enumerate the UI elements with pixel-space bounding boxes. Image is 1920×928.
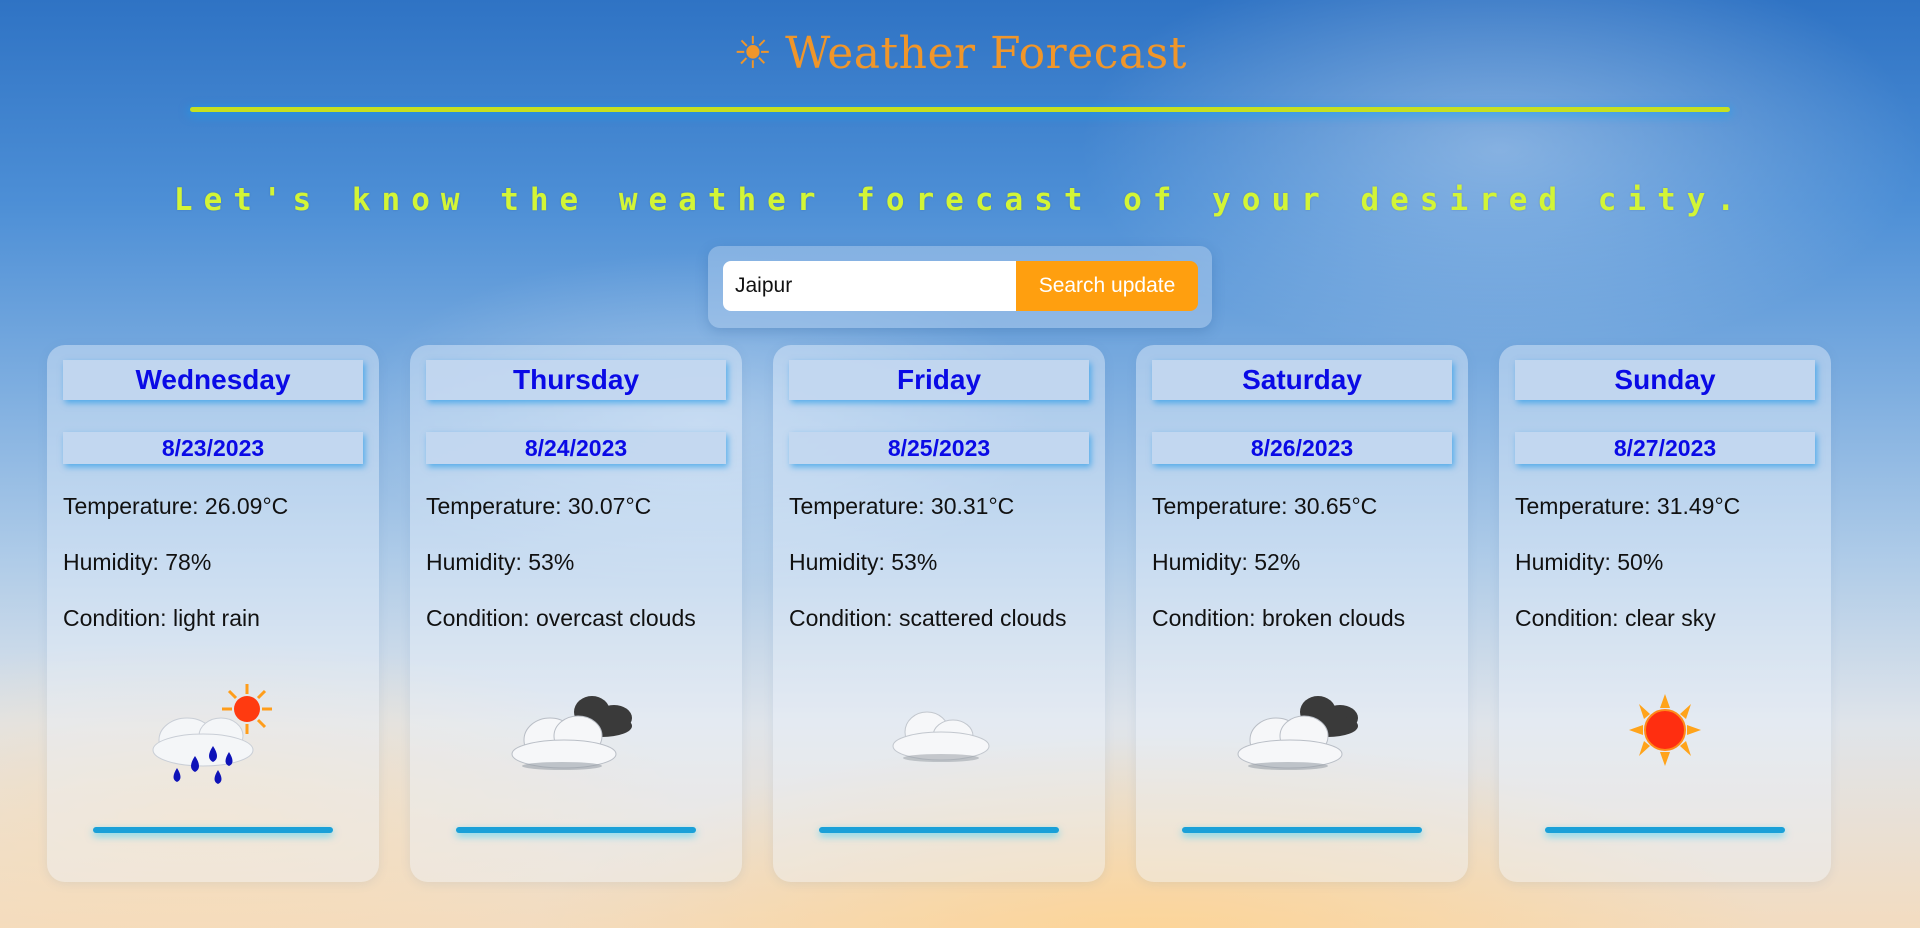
card-accent-bar [456, 827, 696, 833]
card-condition: Condition: light rain [63, 605, 260, 631]
forecast-card-sunday: Sunday 8/27/2023 Temperature: 31.49°C Hu… [1499, 345, 1831, 882]
card-date: 8/26/2023 [1152, 432, 1452, 464]
city-search-input[interactable] [723, 261, 1025, 311]
card-date: 8/24/2023 [426, 432, 726, 464]
search-bar: Search update [708, 246, 1212, 328]
card-day: Friday [789, 360, 1089, 400]
card-humidity: Humidity: 53% [426, 549, 575, 575]
forecast-card-thursday: Thursday 8/24/2023 Temperature: 30.07°C … [410, 345, 742, 882]
scattered-clouds-icon [892, 711, 990, 762]
card-date: 8/27/2023 [1515, 432, 1815, 464]
card-humidity: Humidity: 52% [1152, 549, 1301, 575]
card-date: 8/25/2023 [789, 432, 1089, 464]
card-temperature: Temperature: 31.49°C [1515, 493, 1741, 519]
broken-clouds-icon [1237, 696, 1358, 770]
sun-title-icon: ☀ [733, 28, 774, 79]
card-temperature: Temperature: 30.07°C [426, 493, 652, 519]
card-accent-bar [819, 827, 1059, 833]
forecast-card-friday: Friday 8/25/2023 Temperature: 30.31°C Hu… [773, 345, 1105, 882]
card-condition: Condition: scattered clouds [789, 605, 1067, 631]
forecast-card-wednesday: Wednesday 8/23/2023 Temperature: 26.09°C… [47, 345, 379, 882]
card-temperature: Temperature: 30.65°C [1152, 493, 1378, 519]
clear-sky-sun-icon [1629, 694, 1701, 766]
page-title: ☀ Weather Forecast [0, 28, 1920, 79]
title-divider [190, 107, 1730, 112]
card-temperature: Temperature: 26.09°C [63, 493, 289, 519]
tagline: Let's know the weather forecast of your … [173, 182, 1747, 218]
card-humidity: Humidity: 50% [1515, 549, 1664, 575]
card-accent-bar [1545, 827, 1785, 833]
card-humidity: Humidity: 78% [63, 549, 212, 575]
forecast-card-saturday: Saturday 8/26/2023 Temperature: 30.65°C … [1136, 345, 1468, 882]
card-humidity: Humidity: 53% [789, 549, 938, 575]
overcast-clouds-icon [511, 696, 632, 770]
light-rain-sun-icon [152, 684, 272, 784]
card-day: Sunday [1515, 360, 1815, 400]
card-day: Thursday [426, 360, 726, 400]
page-header: ☀ Weather Forecast [0, 0, 1920, 120]
card-temperature: Temperature: 30.31°C [789, 493, 1015, 519]
card-day: Saturday [1152, 360, 1452, 400]
card-accent-bar [93, 827, 333, 833]
card-accent-bar [1182, 827, 1422, 833]
card-condition: Condition: overcast clouds [426, 605, 696, 631]
card-condition: Condition: broken clouds [1152, 605, 1406, 631]
card-date: 8/23/2023 [63, 432, 363, 464]
page-title-text: Weather Forecast [785, 28, 1187, 79]
card-condition: Condition: clear sky [1515, 605, 1716, 631]
search-update-button[interactable]: Search update [1016, 261, 1198, 311]
card-day: Wednesday [63, 360, 363, 400]
